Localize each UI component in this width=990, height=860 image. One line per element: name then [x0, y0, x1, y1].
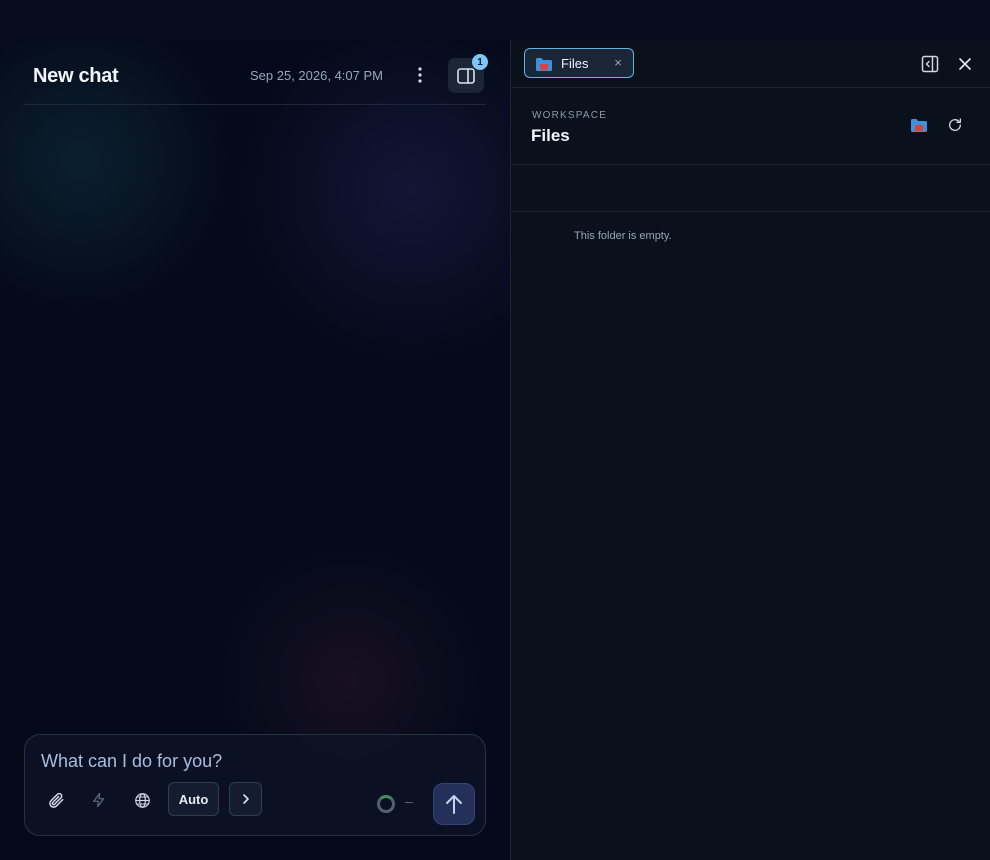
chat-timestamp: Sep 25, 2026, 4:07 PM [250, 68, 383, 83]
message-input[interactable] [41, 749, 371, 773]
more-options-button[interactable] [408, 62, 432, 88]
open-folder-button[interactable] [907, 113, 931, 137]
path-bar [511, 165, 990, 212]
collapse-panel-icon [921, 55, 939, 73]
quick-action-button[interactable] [84, 785, 114, 815]
files-title: Files [531, 126, 570, 145]
files-panel: Files × WORKSPACE Files This folder is e… [510, 40, 990, 860]
chat-header: New chat Sep 25, 2026, 4:07 PM 1 [24, 40, 488, 105]
paperclip-icon [49, 792, 64, 808]
mode-select-button[interactable]: Auto [168, 782, 219, 816]
status-dash: – [405, 793, 413, 809]
send-button[interactable] [433, 783, 475, 825]
close-icon [959, 58, 971, 70]
expand-options-button[interactable] [229, 782, 262, 816]
side-panel-icon [457, 67, 475, 84]
globe-icon [134, 792, 150, 808]
folder-icon [911, 119, 927, 132]
top-bar [0, 0, 990, 40]
refresh-icon [949, 118, 961, 131]
attach-button[interactable] [41, 785, 71, 815]
loading-spinner-icon [377, 795, 395, 813]
panel-count-badge: 1 [472, 54, 488, 70]
section-label: WORKSPACE [532, 110, 608, 121]
tab-close-button[interactable]: × [611, 55, 625, 70]
lightning-icon [93, 792, 105, 808]
arrow-up-icon [446, 795, 462, 814]
more-vertical-icon [418, 67, 422, 83]
web-search-button[interactable] [127, 785, 157, 815]
close-panel-button[interactable] [953, 52, 977, 76]
panel-tab-bar: Files × [511, 40, 990, 88]
files-header: WORKSPACE Files [511, 88, 990, 165]
refresh-button[interactable] [943, 113, 967, 137]
chat-title: New chat [33, 65, 119, 87]
message-composer: Auto – [24, 734, 486, 836]
folder-icon [536, 58, 552, 71]
empty-folder-message: This folder is empty. [574, 230, 672, 242]
tab-files[interactable]: Files × [524, 48, 634, 78]
chevron-right-icon [242, 794, 249, 804]
tab-label: Files [561, 56, 589, 71]
collapse-panel-button[interactable] [918, 52, 942, 76]
chat-pane: New chat Sep 25, 2026, 4:07 PM 1 What ca… [0, 40, 510, 860]
